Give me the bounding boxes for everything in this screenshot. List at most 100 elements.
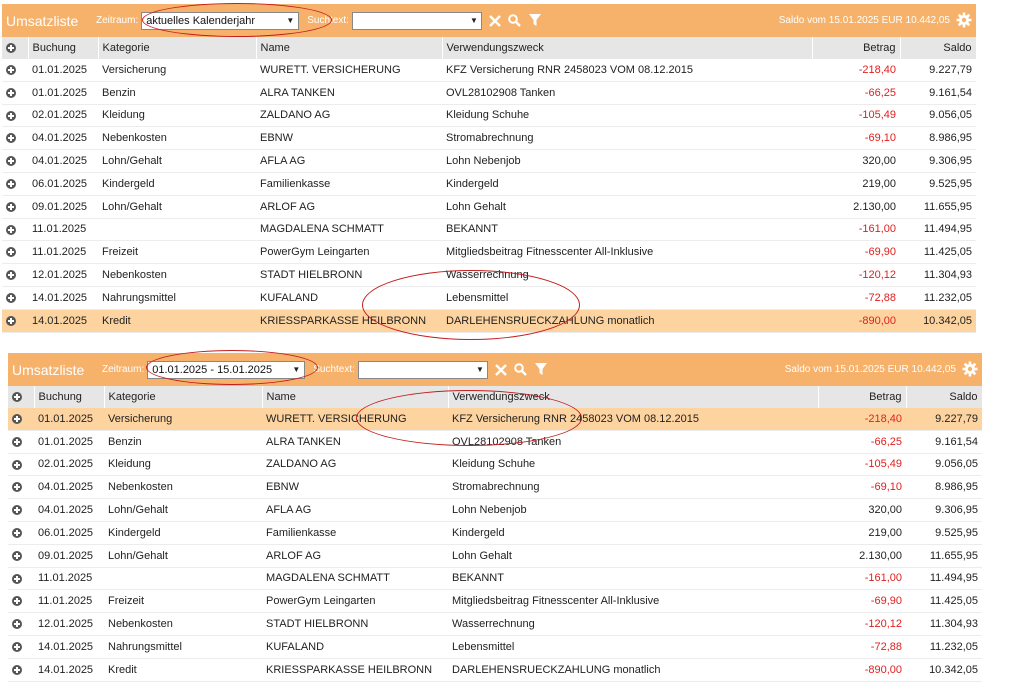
filter-icon[interactable] bbox=[532, 361, 550, 379]
suchtext-input[interactable]: ▼ bbox=[357, 360, 488, 379]
table-row[interactable]: 12.01.2025 Nebenkosten STADT HIELBRONN Wass… bbox=[8, 612, 982, 636]
toolbar: Umsatzliste Zeitraum: 01.01.2025 - 15.01… bbox=[8, 353, 982, 386]
col-kategorie[interactable]: Kategorie bbox=[104, 386, 263, 408]
row-expand-button[interactable] bbox=[8, 453, 34, 477]
row-expand-button[interactable] bbox=[8, 589, 34, 614]
row-expand-button[interactable] bbox=[8, 521, 34, 545]
row-expand-button[interactable] bbox=[2, 81, 28, 105]
gear-icon[interactable] bbox=[956, 12, 972, 28]
col-saldo[interactable]: Saldo bbox=[900, 37, 977, 59]
table-row[interactable]: 01.01.2025 Benzin ALRA TANKEN OVL28102908 T… bbox=[8, 430, 982, 454]
row-expand-button[interactable] bbox=[2, 309, 28, 333]
transaction-table: Buchung Kategorie Name Verwendungszweck … bbox=[8, 386, 983, 682]
row-expand-button[interactable] bbox=[2, 59, 28, 82]
row-expand-button[interactable] bbox=[2, 240, 28, 265]
row-expand-button[interactable] bbox=[2, 218, 28, 242]
row-expand-button[interactable] bbox=[8, 635, 34, 659]
table-row[interactable]: 04.01.2025 Lohn/Gehalt AFLA AG Lohn Nebenjo… bbox=[2, 149, 976, 173]
cell-saldo: 9.227,79 bbox=[906, 408, 982, 431]
table-row[interactable]: 09.01.2025 Lohn/Gehalt ARLOF AG Lohn Gehalt… bbox=[2, 195, 976, 219]
table-row[interactable]: 02.01.2025 Kleidung ZALDANO AG Kleidung Sch… bbox=[8, 453, 982, 477]
table-row[interactable]: 04.01.2025 Nebenkosten EBNW Stromabrechnung… bbox=[2, 126, 976, 151]
zeitraum-select[interactable]: 01.01.2025 - 15.01.2025 ▼ bbox=[147, 360, 306, 379]
cell-saldo: 9.227,79 bbox=[900, 59, 976, 82]
cell-betrag: 2.130,00 bbox=[818, 544, 906, 568]
cell-saldo: 9.525,95 bbox=[900, 172, 976, 196]
table-row[interactable]: 04.01.2025 Nebenkosten EBNW Stromabrechnung… bbox=[8, 475, 982, 500]
col-kategorie[interactable]: Kategorie bbox=[98, 37, 257, 59]
table-row[interactable]: 14.01.2025 Kredit KRIESSPARKASSE HEILBRONN… bbox=[8, 658, 982, 682]
cell-saldo: 8.986,95 bbox=[906, 475, 982, 500]
row-expand-button[interactable] bbox=[2, 172, 28, 196]
table-row[interactable]: 01.01.2025 Versicherung WURETT. VERSICHERU… bbox=[2, 59, 976, 82]
cell-betrag: 320,00 bbox=[818, 498, 906, 522]
table-row[interactable]: 02.01.2025 Kleidung ZALDANO AG Kleidung Sch… bbox=[2, 104, 976, 128]
row-expand-button[interactable] bbox=[2, 286, 28, 310]
cell-buchung: 04.01.2025 bbox=[34, 498, 104, 522]
table-row[interactable]: 12.01.2025 Nebenkosten STADT HIELBRONN Wass… bbox=[2, 263, 976, 287]
table-row[interactable]: 11.01.2025 Freizeit PowerGym Leingarten Mit… bbox=[2, 240, 976, 265]
row-expand-button[interactable] bbox=[8, 658, 34, 682]
col-betrag[interactable]: Betrag bbox=[812, 37, 901, 59]
close-icon[interactable] bbox=[492, 361, 510, 379]
plus-circle-icon bbox=[12, 641, 22, 652]
table-row[interactable]: 11.01.2025 MAGDALENA SCHMATT BEKANNT -161,0… bbox=[8, 567, 982, 591]
table-row[interactable]: 01.01.2025 Versicherung WURETT. VERSICHERU… bbox=[8, 408, 982, 431]
cell-betrag: -890,00 bbox=[818, 658, 906, 682]
row-expand-button[interactable] bbox=[2, 126, 28, 151]
table-row[interactable]: 04.01.2025 Lohn/Gehalt AFLA AG Lohn Nebenjo… bbox=[8, 498, 982, 522]
table-row[interactable]: 14.01.2025 Kredit KRIESSPARKASSE HEILBRONN… bbox=[2, 309, 976, 333]
cell-buchung: 14.01.2025 bbox=[28, 286, 98, 310]
cell-saldo: 11.425,05 bbox=[906, 589, 982, 614]
cell-name: ZALDANO AG bbox=[256, 104, 442, 128]
col-verwendungszweck[interactable]: Verwendungszweck bbox=[448, 386, 819, 408]
chevron-down-icon: ▼ bbox=[292, 365, 301, 374]
table-row[interactable]: 01.01.2025 Benzin ALRA TANKEN OVL28102908 T… bbox=[2, 81, 976, 105]
filter-icon[interactable] bbox=[526, 12, 544, 30]
row-expand-button[interactable] bbox=[8, 408, 34, 431]
cell-betrag: -72,88 bbox=[812, 286, 900, 310]
plus-circle-icon bbox=[12, 573, 22, 584]
col-name[interactable]: Name bbox=[256, 37, 443, 59]
search-icon[interactable] bbox=[506, 12, 524, 30]
col-betrag[interactable]: Betrag bbox=[818, 386, 907, 408]
cell-saldo: 9.161,54 bbox=[906, 430, 982, 454]
cell-buchung: 01.01.2025 bbox=[34, 408, 104, 431]
cell-name: MAGDALENA SCHMATT bbox=[262, 567, 448, 591]
row-expand-button[interactable] bbox=[8, 612, 34, 636]
cell-verwendungszweck: KFZ Versicherung RNR 2458023 VOM 08.12.2… bbox=[442, 59, 812, 82]
close-icon[interactable] bbox=[486, 12, 504, 30]
chevron-down-icon: ▼ bbox=[476, 365, 484, 374]
row-expand-button[interactable] bbox=[2, 263, 28, 287]
plus-circle-icon bbox=[12, 596, 22, 607]
table-row[interactable]: 14.01.2025 Nahrungsmittel KUFALAND Lebensmi… bbox=[8, 635, 982, 659]
add-column-header[interactable] bbox=[2, 37, 29, 59]
row-expand-button[interactable] bbox=[2, 195, 28, 219]
row-expand-button[interactable] bbox=[8, 567, 34, 591]
table-row[interactable]: 11.01.2025 Freizeit PowerGym Leingarten Mit… bbox=[8, 589, 982, 614]
row-expand-button[interactable] bbox=[8, 430, 34, 454]
col-name[interactable]: Name bbox=[262, 386, 449, 408]
col-saldo[interactable]: Saldo bbox=[906, 386, 983, 408]
row-expand-button[interactable] bbox=[8, 544, 34, 568]
search-icon[interactable] bbox=[512, 361, 530, 379]
table-row[interactable]: 11.01.2025 MAGDALENA SCHMATT BEKANNT -161,0… bbox=[2, 218, 976, 242]
col-verwendungszweck[interactable]: Verwendungszweck bbox=[442, 37, 813, 59]
cell-buchung: 11.01.2025 bbox=[28, 240, 98, 265]
table-row[interactable]: 14.01.2025 Nahrungsmittel KUFALAND Lebensmi… bbox=[2, 286, 976, 310]
table-row[interactable]: 09.01.2025 Lohn/Gehalt ARLOF AG Lohn Gehalt… bbox=[8, 544, 982, 568]
row-expand-button[interactable] bbox=[8, 475, 34, 500]
gear-icon[interactable] bbox=[962, 361, 978, 377]
col-buchung[interactable]: Buchung bbox=[28, 37, 99, 59]
table-row[interactable]: 06.01.2025 Kindergeld Familienkasse Kinderg… bbox=[8, 521, 982, 545]
cell-buchung: 06.01.2025 bbox=[34, 521, 104, 545]
suchtext-input[interactable]: ▼ bbox=[351, 11, 482, 30]
add-column-header[interactable] bbox=[8, 386, 35, 408]
row-expand-button[interactable] bbox=[8, 498, 34, 522]
row-expand-button[interactable] bbox=[2, 104, 28, 128]
umsatzliste-panel-1: Umsatzliste Zeitraum: aktuelles Kalender… bbox=[2, 4, 977, 333]
col-buchung[interactable]: Buchung bbox=[34, 386, 105, 408]
row-expand-button[interactable] bbox=[2, 149, 28, 173]
table-row[interactable]: 06.01.2025 Kindergeld Familienkasse Kinderg… bbox=[2, 172, 976, 196]
zeitraum-select[interactable]: aktuelles Kalenderjahr ▼ bbox=[141, 11, 300, 30]
